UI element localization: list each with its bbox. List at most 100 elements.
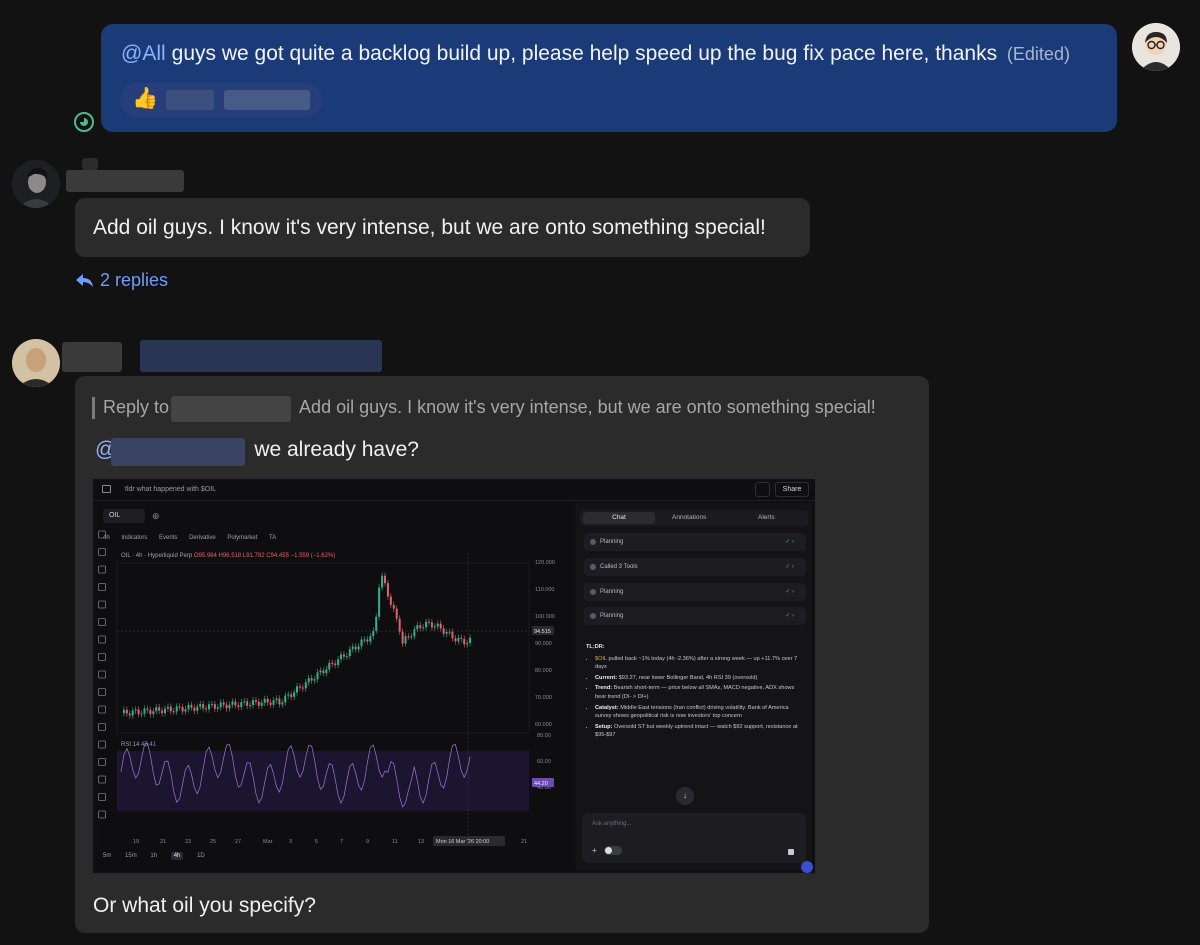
candle-body	[161, 710, 164, 714]
candle-body	[187, 704, 190, 710]
candle-body	[410, 636, 413, 638]
redacted-mention-name	[111, 438, 245, 466]
reply-arrow-icon	[76, 273, 93, 287]
candle-body	[293, 692, 296, 697]
sent-status-icon	[74, 112, 94, 132]
candle-body	[331, 662, 334, 664]
screenshot-topbar: tldr what happened with $OIL Share	[93, 479, 815, 501]
candle-body	[213, 704, 216, 709]
drawing-tool-icon	[98, 670, 106, 679]
candle-body	[416, 625, 419, 630]
candle-body	[134, 709, 137, 711]
candle-body	[155, 707, 158, 712]
x-tick-label: 25	[210, 839, 216, 845]
candle-body	[234, 701, 237, 706]
candle-body	[369, 636, 372, 642]
x-tick-label: 13	[418, 839, 424, 845]
candle-body	[407, 636, 410, 638]
message-bubble[interactable]: Add oil guys. I know it's very intense, …	[75, 198, 810, 257]
candle-body	[222, 702, 225, 705]
candle-body	[457, 637, 460, 642]
candle-body	[210, 704, 213, 706]
candle-body	[125, 709, 128, 714]
candle-body	[202, 704, 205, 709]
x-tick-label: 11	[392, 839, 398, 845]
candle-body	[216, 707, 219, 709]
own-message-bubble[interactable]: @All guys we got quite a backlog build up…	[101, 24, 1117, 132]
candle-body	[398, 618, 401, 632]
message-bubble-with-reply[interactable]: Reply to Add oil guys. I know it's very i…	[75, 376, 929, 933]
price-tick-label: 120.000	[535, 560, 555, 566]
candle-body	[149, 709, 152, 715]
candle-body	[184, 709, 187, 712]
attached-screenshot[interactable]: tldr what happened with $OIL Share OIL ⊕…	[92, 478, 816, 874]
candle-body	[278, 698, 281, 705]
candle-body	[357, 646, 360, 650]
avatar[interactable]	[1132, 23, 1180, 71]
candle-body	[243, 701, 246, 703]
price-chart: 120.000 110.000 100.000 90.000 80.000 70.000 6…	[98, 530, 555, 846]
redacted-sender-name	[66, 170, 184, 192]
candle-body	[325, 669, 328, 674]
tldr-bullet: Trend: Bearish short-term — price below …	[595, 684, 806, 701]
candle-body	[175, 706, 178, 712]
drawing-tool-icon	[98, 758, 106, 766]
candle-body	[340, 654, 342, 660]
tldr-bullet: Setup: Oversold ST but weekly uptrend in…	[595, 723, 806, 740]
candle-body	[334, 663, 337, 666]
bot-icon	[801, 861, 813, 873]
reaction-chip[interactable]: 👍	[120, 83, 322, 117]
mention-all[interactable]: @All	[121, 42, 166, 65]
candle-body	[328, 662, 331, 670]
ask-input: Ask anything... +	[582, 813, 806, 863]
candle-body	[237, 705, 240, 708]
candle-body	[275, 698, 278, 701]
candle-body	[395, 608, 398, 619]
tab-annotations: Annotations	[672, 514, 707, 521]
price-badge: 94.515	[534, 629, 551, 635]
candle-body	[228, 704, 231, 709]
ask-placeholder: Ask anything...	[592, 821, 632, 827]
candle-body	[422, 627, 425, 629]
redacted-sender-role	[140, 340, 382, 372]
candle-body	[225, 704, 228, 709]
price-tick-label: 60.000	[535, 722, 552, 728]
avatar[interactable]	[12, 160, 60, 208]
candle-body	[140, 713, 143, 715]
x-tick-label: 27	[235, 839, 241, 845]
candle-body	[392, 604, 395, 609]
candle-body	[181, 706, 184, 712]
candle-body	[208, 704, 210, 710]
candle-body	[360, 639, 363, 647]
candle-body	[301, 687, 304, 689]
step-item: Planning ✓ ›	[584, 607, 806, 625]
price-tick-label: 90.000	[535, 641, 552, 647]
candle-body	[137, 709, 140, 715]
redacted-reactor-names	[166, 90, 214, 110]
candle-body	[122, 709, 125, 714]
candle-body	[249, 705, 252, 707]
candle-body	[460, 637, 463, 639]
bell-icon	[755, 482, 770, 497]
candle-body	[433, 626, 436, 628]
drawing-tool-icon	[98, 548, 106, 556]
drawing-tool-icon	[98, 775, 106, 784]
avatar[interactable]	[12, 339, 60, 387]
candle-body	[128, 713, 131, 716]
candle-body	[428, 621, 430, 623]
candle-body	[199, 704, 202, 707]
candle-body	[281, 702, 284, 705]
candle-body	[296, 686, 298, 693]
candle-body	[219, 702, 222, 708]
candle-body	[342, 654, 345, 657]
x-tick-label: 9	[366, 839, 369, 845]
price-tick-label: 100.000	[535, 614, 555, 620]
thread-replies-link[interactable]: 2 replies	[76, 270, 168, 291]
drawing-tool-icon	[98, 688, 106, 696]
candle-body	[158, 707, 161, 711]
candle-body	[445, 631, 448, 634]
reply-snippet: Add oil guys. I know it's very intense, …	[299, 397, 876, 417]
candle-body	[419, 625, 422, 629]
drawing-tool-icon	[98, 653, 106, 661]
candle-body	[386, 583, 389, 597]
